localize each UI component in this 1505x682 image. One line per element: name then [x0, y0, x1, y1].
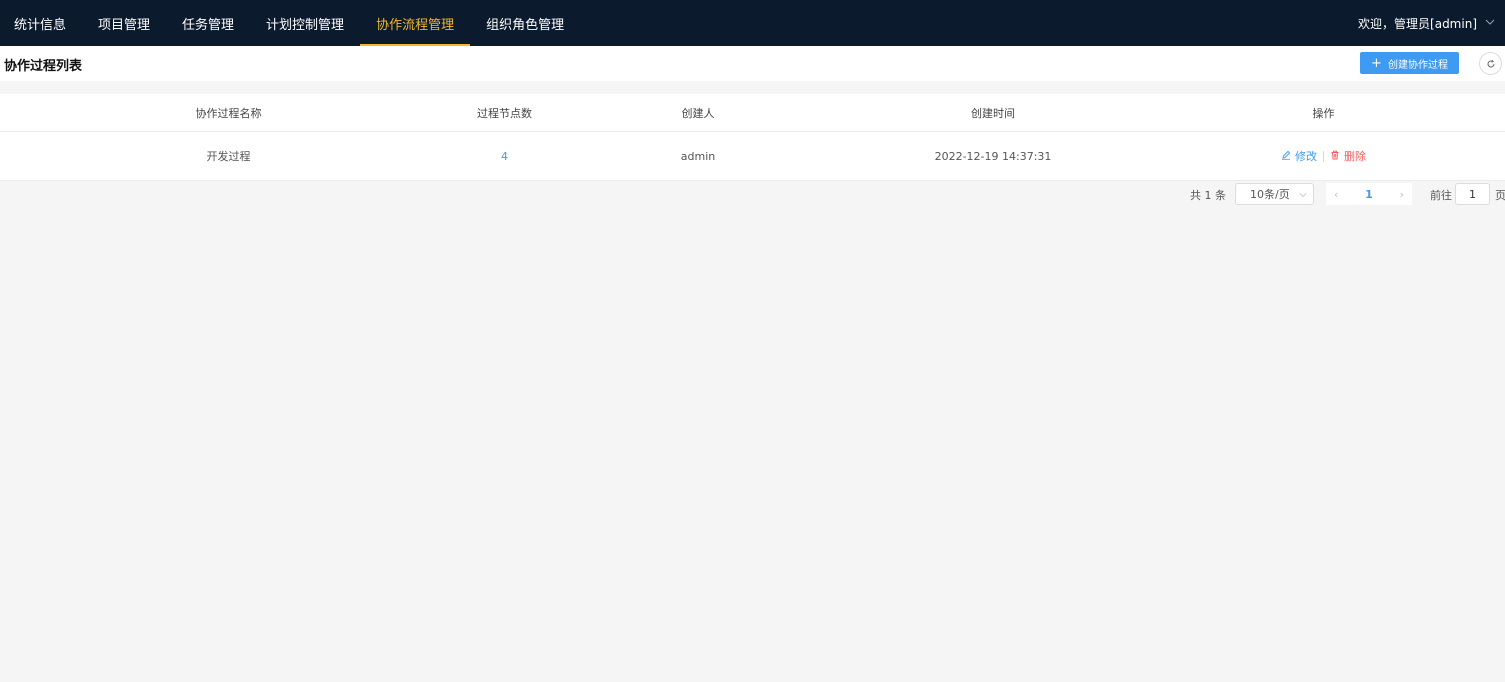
goto-page-input[interactable]: [1455, 183, 1490, 205]
workflow-table: 协作过程名称 过程节点数 创建人 创建时间 操作 开发过程 4 admin 20…: [0, 94, 1505, 181]
cell-created-at: 2022-12-19 14:37:31: [934, 149, 1052, 163]
goto-label: 前往: [1430, 189, 1452, 202]
node-count-link[interactable]: 4: [501, 150, 508, 163]
refresh-icon: [1486, 54, 1496, 73]
nav-item-projects[interactable]: 项目管理: [82, 0, 166, 46]
nav-item-label: 统计信息: [14, 17, 67, 33]
nav-item-label: 项目管理: [98, 17, 151, 33]
nav-item-plan-control[interactable]: 计划控制管理: [250, 0, 360, 46]
page-number-current[interactable]: 1: [1365, 188, 1373, 201]
prev-page-icon[interactable]: ‹: [1334, 188, 1338, 201]
action-divider: [1323, 150, 1324, 162]
next-page-icon[interactable]: ›: [1400, 188, 1404, 201]
edit-label: 修改: [1295, 150, 1317, 163]
create-workflow-label: 创建协作过程: [1387, 59, 1448, 71]
trash-icon: [1330, 150, 1340, 163]
nav-item-label: 计划控制管理: [266, 17, 345, 33]
cell-node-count: 4: [457, 150, 552, 163]
nav-item-workflow[interactable]: 协作流程管理: [360, 0, 471, 46]
nav-item-tasks[interactable]: 任务管理: [166, 0, 250, 46]
refresh-button[interactable]: [1479, 52, 1502, 75]
column-header-created-at: 创建时间: [971, 106, 1015, 120]
cell-actions: 修改 删除: [1142, 148, 1505, 164]
pagination: 共 1 条 10条/页 ‹ 1 › 前往 页: [0, 183, 1505, 205]
total-count: 共 1 条: [1190, 189, 1226, 202]
create-workflow-button[interactable]: + 创建协作过程: [1360, 52, 1459, 74]
page-header: 协作过程列表 + 创建协作过程: [0, 46, 1505, 81]
nav-item-label: 组织角色管理: [486, 17, 565, 33]
top-navigation: 统计信息 项目管理 任务管理 计划控制管理 协作流程管理 组织角色管理 欢迎，管…: [0, 0, 1505, 46]
table-header-row: 协作过程名称 过程节点数 创建人 创建时间 操作: [0, 94, 1505, 132]
page-unit-label: 页: [1495, 189, 1505, 202]
column-header-creator: 创建人: [681, 106, 715, 120]
nav-item-statistics[interactable]: 统计信息: [0, 0, 82, 46]
chevron-down-icon: [1485, 16, 1495, 30]
nav-item-label: 协作流程管理: [376, 17, 455, 33]
nav-item-label: 任务管理: [182, 17, 235, 33]
page-size-value: 10条/页: [1250, 188, 1290, 201]
cell-name: 开发过程: [206, 150, 251, 163]
delete-label: 删除: [1344, 150, 1366, 163]
user-menu[interactable]: 欢迎，管理员[admin]: [1358, 0, 1495, 46]
column-header-node-count: 过程节点数: [477, 106, 532, 120]
page-title: 协作过程列表: [4, 59, 83, 74]
nav-item-org-roles[interactable]: 组织角色管理: [470, 0, 580, 46]
delete-button[interactable]: 删除: [1330, 148, 1366, 164]
page-size-select[interactable]: 10条/页: [1235, 183, 1314, 205]
edit-button[interactable]: 修改: [1281, 148, 1317, 164]
edit-icon: [1281, 150, 1291, 163]
column-header-name: 协作过程名称: [195, 106, 262, 120]
cell-creator: admin: [680, 149, 716, 163]
user-greeting: 欢迎，管理员[admin]: [1358, 16, 1477, 31]
column-header-actions: 操作: [1312, 106, 1335, 120]
plus-icon: +: [1371, 55, 1382, 71]
table-row: 开发过程 4 admin 2022-12-19 14:37:31 修改 删除: [0, 132, 1505, 181]
pager: ‹ 1 ›: [1326, 183, 1412, 205]
